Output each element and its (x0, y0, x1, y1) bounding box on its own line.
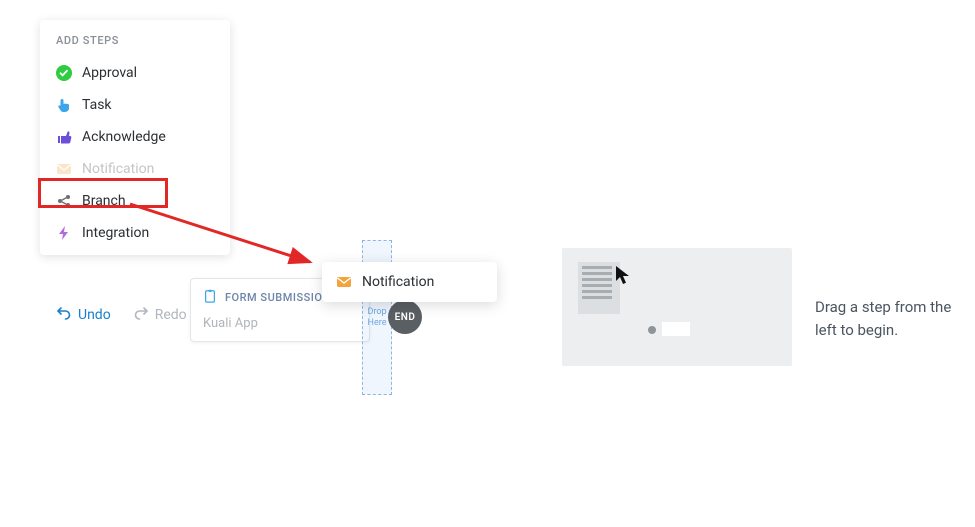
cursor-icon (614, 264, 634, 290)
mail-icon (336, 274, 352, 290)
redo-icon (133, 305, 149, 325)
check-circle-icon (56, 65, 72, 81)
drop-zone-text: Drop (367, 307, 386, 318)
step-item-branch[interactable]: Branch (40, 185, 230, 217)
clipboard-icon (203, 289, 217, 306)
add-steps-panel: ADD STEPS Approval Task Acknowledge Noti… (40, 20, 230, 255)
step-label: Integration (82, 225, 149, 241)
undo-button[interactable]: Undo (56, 305, 111, 325)
undo-redo-bar: Undo Redo (56, 305, 187, 325)
step-item-approval[interactable]: Approval (40, 57, 230, 89)
form-card-body: Kuali App (203, 316, 357, 331)
step-label: Branch (82, 193, 126, 209)
form-card-title: FORM SUBMISSION (225, 291, 331, 304)
placeholder-illustration (562, 248, 792, 366)
end-badge: END (388, 300, 422, 334)
share-icon (56, 193, 72, 209)
dragged-step-chip[interactable]: Notification (322, 262, 497, 302)
pointer-icon (56, 97, 72, 113)
bolt-icon (56, 225, 72, 241)
step-label: Acknowledge (82, 129, 166, 145)
step-item-integration[interactable]: Integration (40, 217, 230, 249)
step-item-task[interactable]: Task (40, 89, 230, 121)
undo-label: Undo (78, 307, 111, 323)
redo-label: Redo (155, 307, 187, 323)
step-label: Task (82, 97, 112, 113)
doc-lines (582, 266, 612, 302)
mail-icon (56, 161, 72, 177)
help-text: Drag a step from the left to begin. (815, 296, 965, 341)
add-steps-header: ADD STEPS (40, 34, 230, 57)
bar-shape (662, 322, 690, 336)
drag-chip-label: Notification (362, 274, 434, 290)
step-item-notification[interactable]: Notification (40, 153, 230, 185)
drop-zone-text: Here (368, 318, 387, 329)
step-item-acknowledge[interactable]: Acknowledge (40, 121, 230, 153)
thumbs-up-icon (56, 129, 72, 145)
step-label: Notification (82, 161, 154, 177)
step-label: Approval (82, 65, 137, 81)
undo-icon (56, 305, 72, 325)
dot-shape (648, 326, 656, 334)
redo-button[interactable]: Redo (133, 305, 187, 325)
